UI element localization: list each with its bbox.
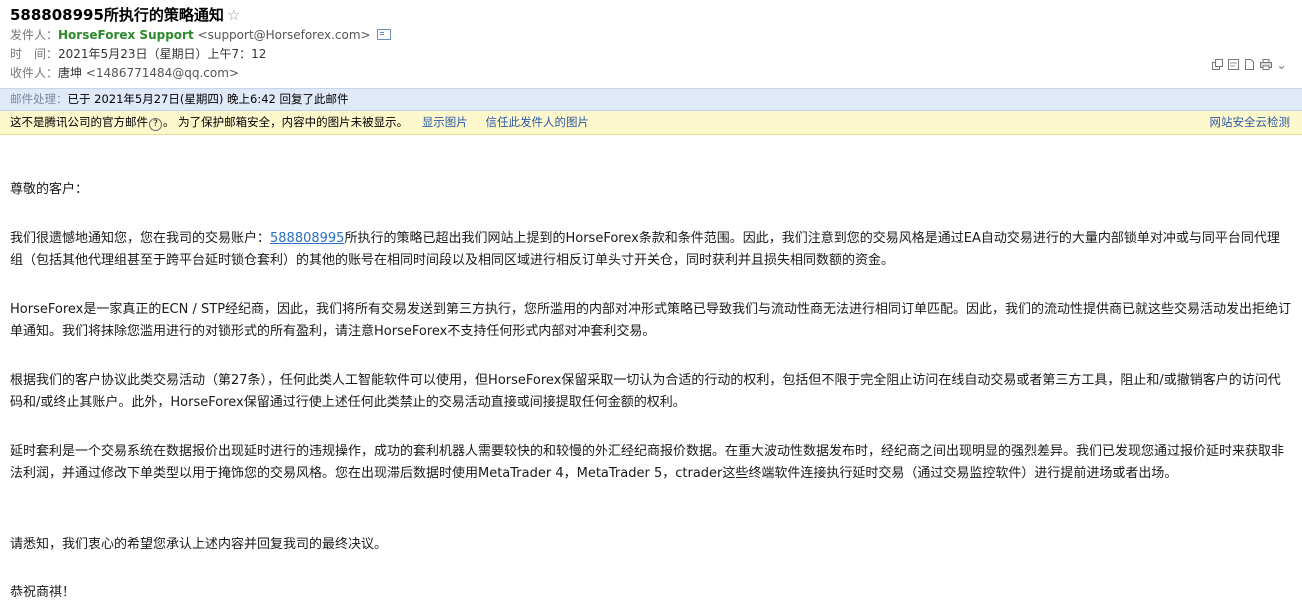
star-icon[interactable]: ☆	[227, 6, 240, 24]
trust-sender-link[interactable]: 信任此发件人的图片	[485, 115, 589, 129]
expand-icon[interactable]: ⌄	[1275, 58, 1288, 72]
print-icon[interactable]	[1259, 58, 1272, 71]
closing: 恭祝商祺！	[10, 585, 76, 600]
greeting: 尊敬的客户：	[10, 182, 89, 197]
paragraph-1-start: 我们很遗憾地通知您，您在我司的交易账户：	[10, 230, 271, 246]
time-value: 2021年5月23日（星期日）上午7：12	[58, 47, 267, 61]
show-images-link[interactable]: 显示图片	[422, 115, 468, 129]
warning-text-2: 。 为了保护邮箱安全，内容中的图片未被显示。	[163, 115, 409, 129]
subject-text: 588808995所执行的策略通知	[10, 6, 224, 24]
reply-status-bar: 邮件处理：已于 2021年5月27日(星期四) 晚上6:42 回复了此邮件	[0, 88, 1302, 111]
from-row: 发件人：HorseForex Support <support@Horsefor…	[10, 26, 1294, 45]
contact-card-icon[interactable]	[376, 29, 391, 40]
email-subject: 588808995所执行的策略通知 ☆	[10, 4, 1294, 26]
document-icon[interactable]	[1243, 58, 1256, 71]
reply-status-text: 已于 2021年5月27日(星期四) 晚上6:42 回复了此邮件	[67, 92, 349, 106]
preview-icon[interactable]	[1227, 58, 1240, 71]
from-label: 发件人：	[10, 28, 59, 42]
recipient-address: <1486771484@qq.com>	[85, 66, 239, 80]
to-label: 收件人：	[10, 66, 59, 80]
warning-text-1: 这不是腾讯公司的官方邮件	[10, 115, 148, 129]
paragraph-3: 根据我们的客户协议此类交易活动（第27条），任何此类人工智能软件可以使用，但Ho…	[10, 372, 1281, 411]
to-row: 收件人：唐坤 <1486771484@qq.com>	[10, 64, 1294, 83]
mail-toolbar: ⌄	[1211, 58, 1288, 72]
reply-status-label: 邮件处理：	[10, 92, 68, 106]
time-label: 时 间：	[10, 47, 59, 61]
security-warning-bar: 这不是腾讯公司的官方邮件?。 为了保护邮箱安全，内容中的图片未被显示。 显示图片…	[0, 111, 1302, 135]
paragraph-4: 延时套利是一个交易系统在数据报价出现延时进行的违规操作，成功的套利机器人需要较快…	[10, 443, 1285, 482]
paragraph-1: 我们很遗憾地通知您，您在我司的交易账户：588808995所执行的策略已超出我们…	[10, 228, 1292, 273]
email-body: 尊敬的客户： 我们很遗憾地通知您，您在我司的交易账户：588808995所执行的…	[0, 179, 1302, 605]
account-link[interactable]: 588808995	[270, 231, 344, 246]
email-header: 588808995所执行的策略通知 ☆ 发件人：HorseForex Suppor…	[0, 0, 1302, 84]
sender-name[interactable]: HorseForex Support	[58, 28, 194, 42]
sender-address: <support@Horseforex.com>	[197, 28, 371, 42]
paragraph-5: 请悉知，我们衷心的希望您承认上述内容并回复我司的最终决议。	[10, 536, 388, 552]
security-check-link[interactable]: 网站安全云检测	[1210, 111, 1291, 134]
time-row: 时 间：2021年5月23日（星期日）上午7：12	[10, 45, 1294, 64]
help-icon[interactable]: ?	[149, 118, 162, 131]
new-window-icon[interactable]	[1211, 58, 1224, 71]
recipient-name[interactable]: 唐坤	[58, 66, 82, 80]
paragraph-2: HorseForex是一家真正的ECN / STP经纪商，因此，我们将所有交易发…	[10, 301, 1292, 340]
